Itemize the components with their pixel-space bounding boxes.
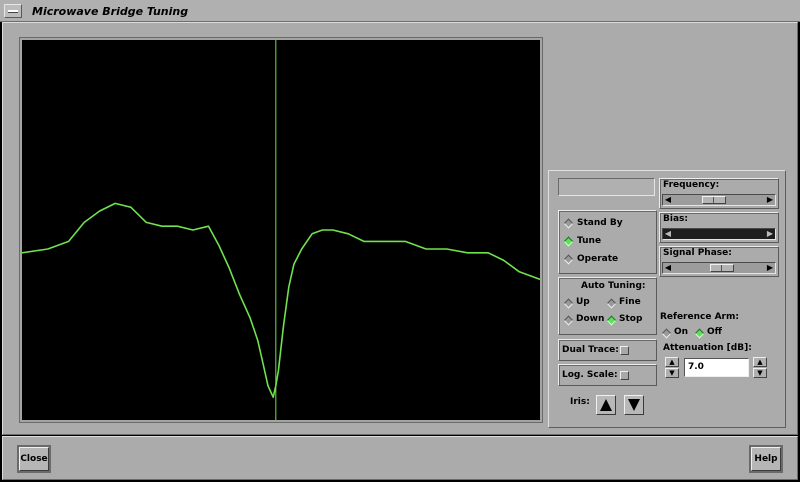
frequency-slider-thumb[interactable] — [701, 196, 726, 204]
attenuation-input[interactable]: 7.0 — [684, 358, 749, 377]
radio-standby-label: Stand By — [577, 218, 623, 228]
radio-operate[interactable] — [563, 254, 574, 265]
frequency-group: Frequency: ◀ ▶ — [659, 178, 779, 209]
close-button[interactable]: Close — [19, 447, 49, 471]
bias-left-arrow-icon[interactable]: ◀ — [663, 229, 673, 239]
radio-down[interactable] — [563, 315, 574, 326]
attenuation-fine-up-button[interactable]: ▲ — [753, 357, 767, 367]
signal-phase-slider-thumb[interactable] — [710, 264, 735, 272]
iris-label: Iris: — [570, 397, 590, 407]
signal-phase-slider[interactable]: ◀ ▶ — [662, 262, 776, 274]
signal-phase-left-arrow-icon[interactable]: ◀ — [663, 263, 673, 273]
dual-trace-label: Dual Trace: — [562, 345, 619, 355]
frequency-left-arrow-icon[interactable]: ◀ — [663, 195, 673, 205]
radio-tune[interactable] — [563, 236, 574, 247]
radio-up-label: Up — [576, 297, 590, 307]
attenuation-up-button[interactable]: ▲ — [665, 357, 679, 367]
radio-fine-label: Fine — [619, 297, 641, 307]
triangle-down-icon — [628, 399, 640, 411]
radio-standby[interactable] — [563, 218, 574, 229]
radio-fine[interactable] — [606, 298, 617, 309]
log-scale-checkbox[interactable] — [620, 371, 629, 380]
attenuation-label: Attenuation [dB]: — [663, 343, 752, 353]
signal-phase-label: Signal Phase: — [663, 248, 732, 258]
frequency-slider[interactable]: ◀ ▶ — [662, 194, 776, 206]
dual-trace-checkbox[interactable] — [620, 346, 629, 355]
radio-stop[interactable] — [606, 315, 617, 326]
tuning-trace-line — [22, 202, 540, 399]
bias-label: Bias: — [663, 214, 688, 224]
mode-option-operate[interactable]: Operate — [563, 253, 655, 267]
radio-stop-label: Stop — [619, 314, 643, 324]
log-scale-group: Log. Scale: — [558, 364, 657, 386]
tuning-trace-plot — [22, 40, 540, 420]
radio-up[interactable] — [563, 298, 574, 309]
frequency-label: Frequency: — [663, 180, 720, 190]
auto-tuning-label: Auto Tuning: — [581, 281, 646, 291]
mode-option-tune[interactable]: Tune — [563, 235, 655, 249]
auto-tuning-group: Auto Tuning: Up Fine Down Stop — [558, 277, 657, 335]
radio-ref-on[interactable] — [661, 328, 672, 339]
window-title: Microwave Bridge Tuning — [32, 5, 189, 18]
radio-operate-label: Operate — [577, 254, 619, 264]
radio-tune-label: Tune — [577, 236, 602, 246]
signal-phase-group: Signal Phase: ◀ ▶ — [659, 246, 779, 277]
attenuation-down-button[interactable]: ▼ — [665, 368, 679, 378]
bias-group: Bias: ◀ ▶ — [659, 212, 779, 243]
triangle-up-icon — [600, 399, 612, 411]
status-field — [558, 178, 655, 196]
frequency-right-arrow-icon[interactable]: ▶ — [765, 195, 775, 205]
radio-ref-on-label: On — [674, 327, 689, 337]
help-button[interactable]: Help — [751, 447, 781, 471]
radio-down-label: Down — [576, 314, 605, 324]
mode-group: Stand By Tune Operate — [558, 210, 657, 274]
iris-down-button[interactable] — [624, 395, 644, 415]
footer-bar: Close Help — [2, 436, 798, 480]
reference-arm-label: Reference Arm: — [660, 312, 739, 322]
radio-ref-off-label: Off — [707, 327, 722, 337]
mode-option-standby[interactable]: Stand By — [563, 217, 655, 231]
log-scale-label: Log. Scale: — [562, 370, 618, 380]
bias-right-arrow-icon[interactable]: ▶ — [765, 229, 775, 239]
radio-ref-off[interactable] — [694, 328, 705, 339]
bias-slider[interactable]: ◀ ▶ — [662, 228, 776, 240]
plot-area — [19, 37, 543, 423]
attenuation-fine-down-button[interactable]: ▼ — [753, 368, 767, 378]
signal-phase-right-arrow-icon[interactable]: ▶ — [765, 263, 775, 273]
title-bar: Microwave Bridge Tuning — [0, 0, 800, 22]
control-panel: Stand By Tune Operate Auto Tuning: Up Fi… — [548, 170, 786, 428]
iris-up-button[interactable] — [596, 395, 616, 415]
window-menu-icon[interactable] — [4, 4, 22, 18]
dual-trace-group: Dual Trace: — [558, 339, 657, 361]
